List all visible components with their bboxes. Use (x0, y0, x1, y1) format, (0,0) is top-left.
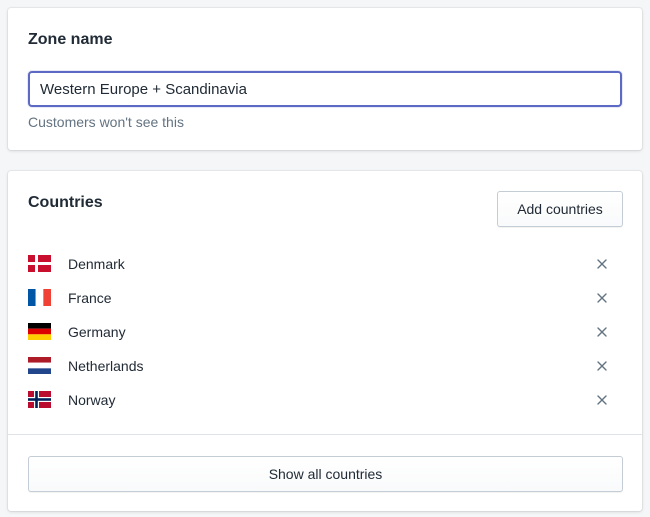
country-name: Germany (68, 324, 126, 340)
country-row-france: France (8, 281, 642, 315)
denmark-flag-icon (28, 255, 51, 272)
country-row-netherlands: Netherlands (8, 349, 642, 383)
zone-name-card: Zone name Customers won't see this (8, 8, 642, 150)
country-row-denmark: Denmark (8, 247, 642, 281)
remove-netherlands-button[interactable] (593, 357, 611, 375)
country-list: Denmark France Germany Netherlands Norwa… (8, 247, 642, 417)
close-icon (597, 293, 607, 303)
country-row-germany: Germany (8, 315, 642, 349)
country-name: Denmark (68, 256, 125, 272)
zone-name-help-text: Customers won't see this (28, 114, 184, 130)
zone-name-heading: Zone name (28, 31, 113, 48)
close-icon (597, 395, 607, 405)
norway-flag-icon (28, 391, 51, 408)
country-name: Netherlands (68, 358, 144, 374)
close-icon (597, 327, 607, 337)
section-divider (8, 434, 642, 435)
germany-flag-icon (28, 323, 51, 340)
countries-card: Countries Add countries Denmark France G… (8, 171, 642, 511)
close-icon (597, 259, 607, 269)
close-icon (597, 361, 607, 371)
zone-name-input[interactable] (28, 71, 622, 107)
remove-germany-button[interactable] (593, 323, 611, 341)
countries-heading: Countries (28, 194, 103, 211)
remove-france-button[interactable] (593, 289, 611, 307)
country-name: France (68, 290, 112, 306)
france-flag-icon (28, 289, 51, 306)
remove-denmark-button[interactable] (593, 255, 611, 273)
country-name: Norway (68, 392, 116, 408)
add-countries-button[interactable]: Add countries (497, 191, 623, 227)
country-row-norway: Norway (8, 383, 642, 417)
netherlands-flag-icon (28, 357, 51, 374)
show-all-countries-button[interactable]: Show all countries (28, 456, 623, 492)
remove-norway-button[interactable] (593, 391, 611, 409)
